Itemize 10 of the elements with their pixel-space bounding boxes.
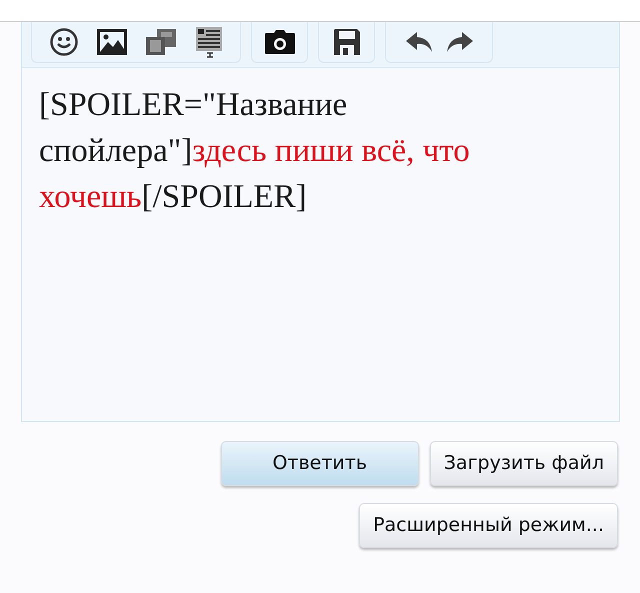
action-button[interactable]: Расширенный режим... [359, 503, 618, 548]
image-icon[interactable] [97, 29, 127, 55]
message-text[interactable]: [SPOILER="Название спойлера"]здесь пиши всё, что хочешь[/SPOILER] [22, 68, 512, 220]
redo-icon[interactable] [446, 30, 474, 54]
smiley-icon[interactable] [49, 27, 79, 57]
camera-icon[interactable] [264, 29, 296, 55]
action-button[interactable]: Загрузить файл [430, 441, 618, 486]
undo-icon[interactable] [404, 30, 432, 54]
reply-button[interactable]: Ответить [220, 441, 419, 486]
text-block-icon[interactable] [195, 26, 223, 58]
